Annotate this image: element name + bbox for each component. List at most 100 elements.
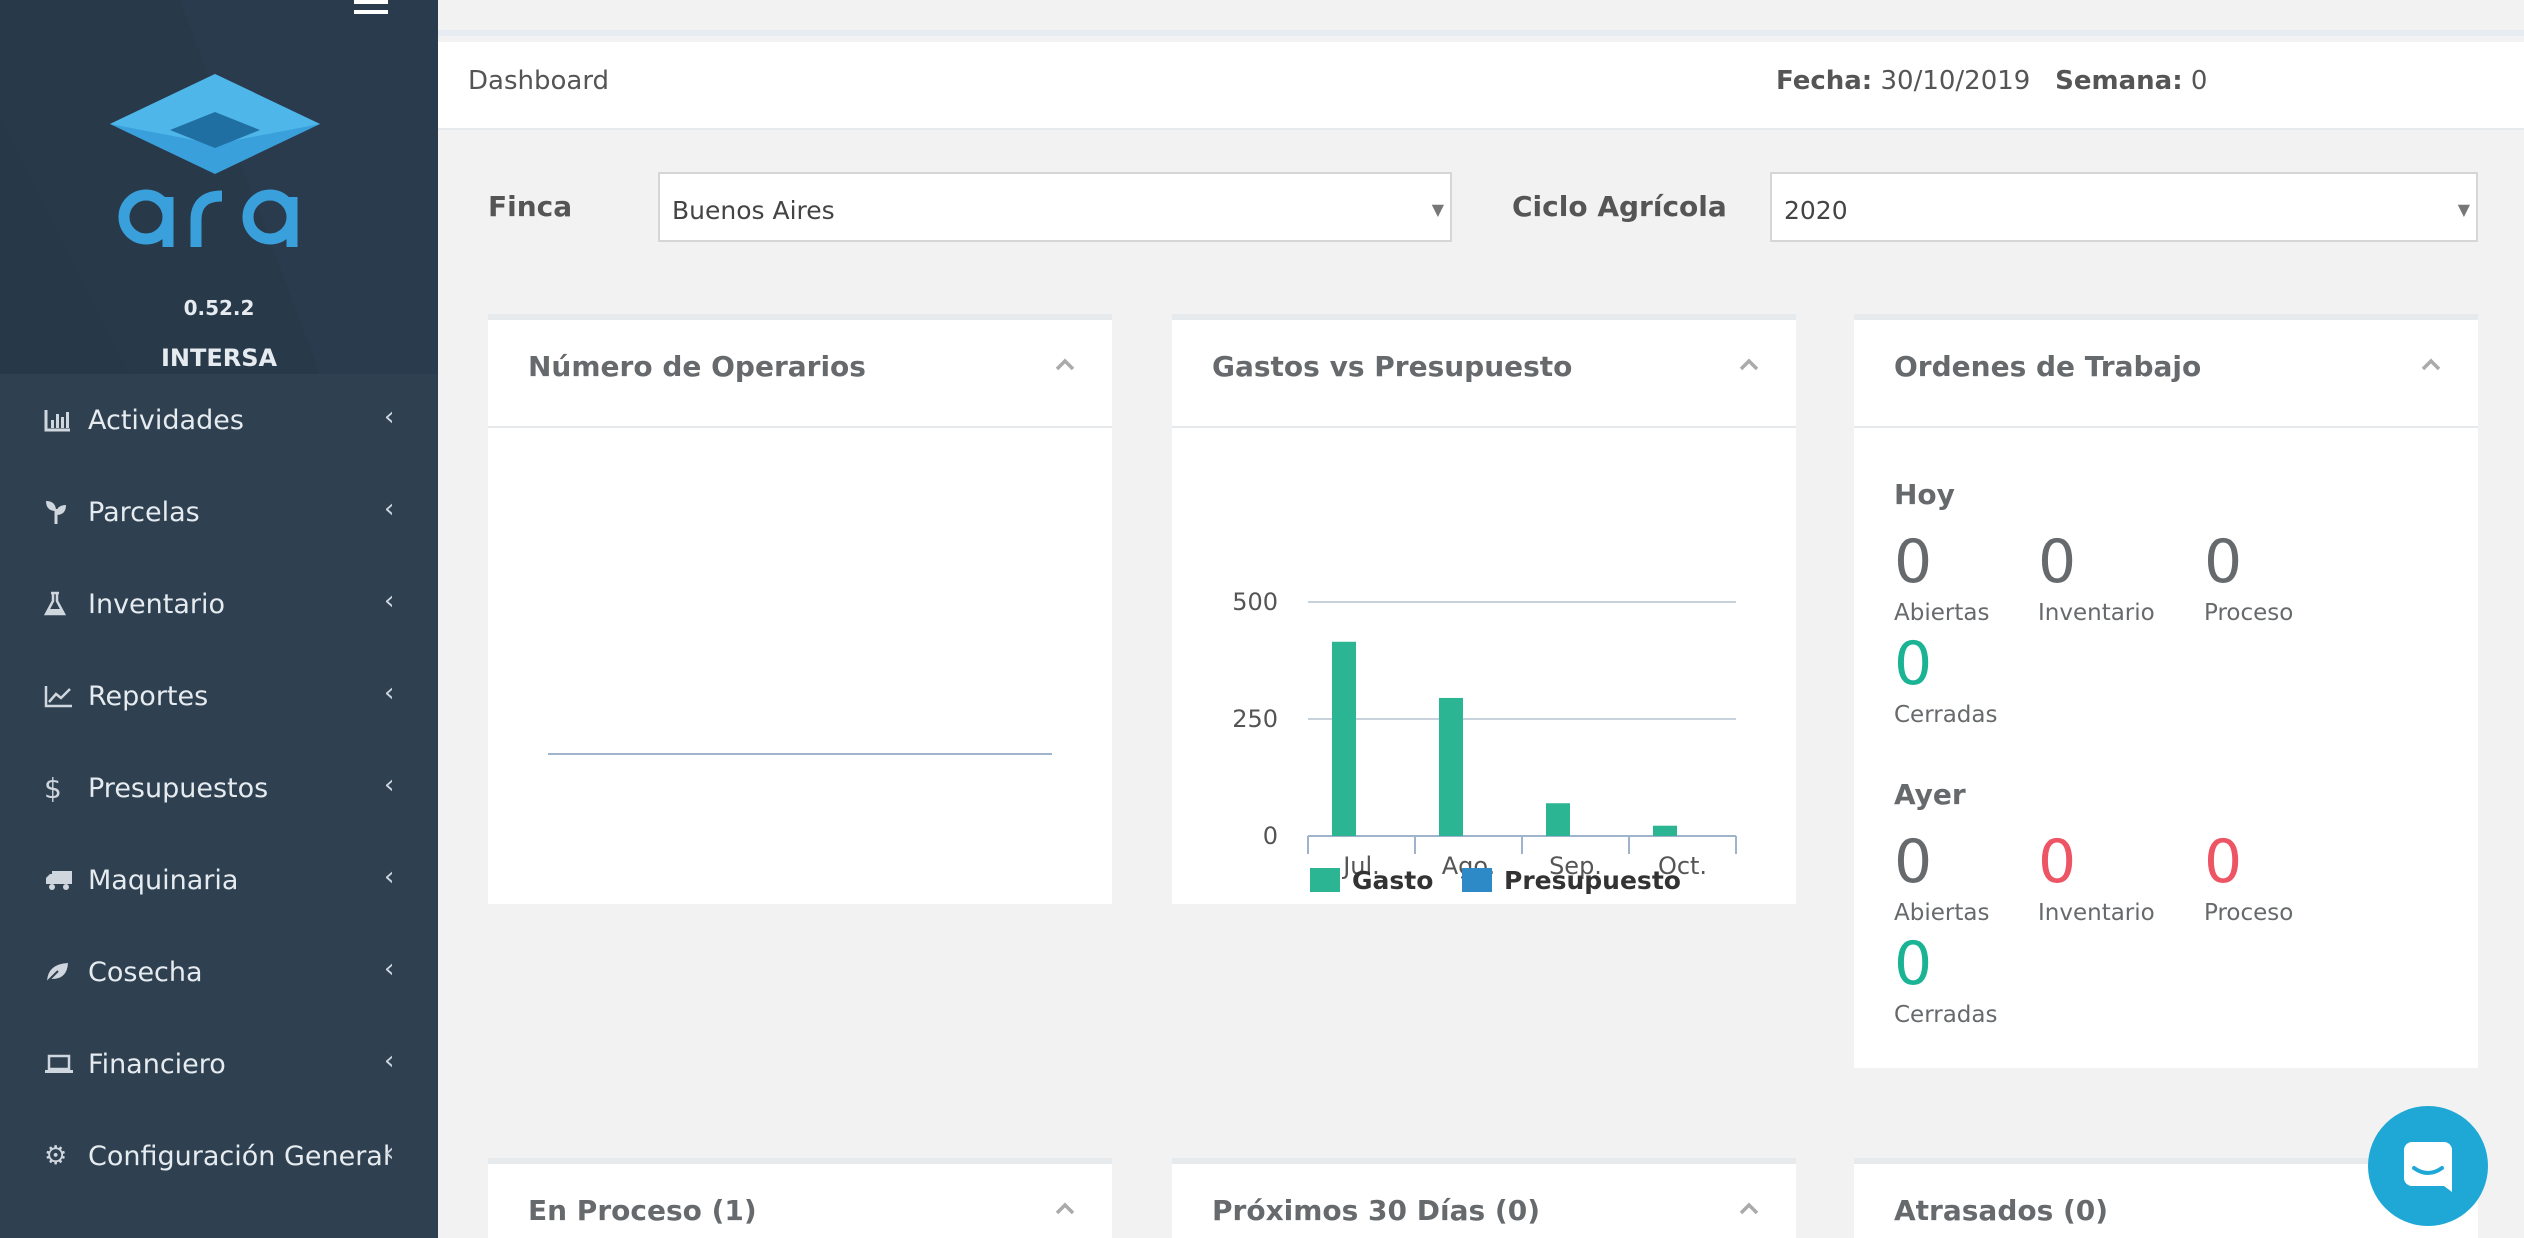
- sidebar-item-presupuestos[interactable]: $ Presupuestos ‹: [0, 742, 438, 834]
- sidebar-item-label: Actividades: [88, 404, 244, 436]
- ara-logo: [110, 74, 320, 247]
- dollar-icon: $: [44, 771, 62, 805]
- panel-title: Atrasados (0): [1894, 1194, 2109, 1227]
- chevron-up-icon[interactable]: [1054, 354, 1076, 376]
- chevron-left-icon: ‹: [384, 862, 395, 892]
- sidebar-item-inventario[interactable]: Inventario ‹: [0, 558, 438, 650]
- hoy-abiertas-count: 0: [1894, 527, 1933, 597]
- ciclo-label: Ciclo Agrícola: [1512, 190, 1727, 223]
- panel-header: En Proceso (1): [488, 1164, 1112, 1238]
- hoy-inventario-count: 0: [2038, 527, 2077, 597]
- menu-toggle-icon[interactable]: [354, 0, 388, 14]
- panel-header: Número de Operarios: [488, 320, 1112, 428]
- company-name: INTERSA: [160, 344, 278, 372]
- chevron-left-icon: ‹: [384, 402, 395, 432]
- sidebar-item-parcelas[interactable]: Parcelas ‹: [0, 466, 438, 558]
- sidebar-item-label: Configuración General: [88, 1140, 391, 1172]
- header-info: Fecha: 30/10/2019 Semana: 0: [1776, 66, 2207, 96]
- hoy-label: Hoy: [1894, 478, 1955, 511]
- panel-header: Ordenes de Trabajo: [1854, 320, 2478, 428]
- ayer-abiertas-label: Abiertas: [1894, 900, 1990, 926]
- ciclo-select-value: 2020: [1784, 196, 1848, 225]
- sidebar-item-cosecha[interactable]: Cosecha ‹: [0, 926, 438, 1018]
- leaf-icon: [44, 958, 80, 986]
- en-proceso-panel: En Proceso (1): [488, 1158, 1112, 1238]
- ayer-label: Ayer: [1894, 778, 1966, 811]
- chevron-left-icon: ‹: [384, 1046, 395, 1076]
- sidebar: 0.52.2 INTERSA Actividades ‹ Parcelas ‹ …: [0, 0, 438, 1238]
- app-version: 0.52.2: [183, 296, 255, 320]
- panel-title: En Proceso (1): [528, 1194, 757, 1227]
- y-tick-label: 250: [1232, 705, 1278, 733]
- panel-title: Ordenes de Trabajo: [1894, 350, 2202, 383]
- ordenes-panel: Ordenes de Trabajo Hoy 0 Abiertas 0 Inve…: [1854, 314, 2478, 1068]
- hoy-inventario-label: Inventario: [2038, 600, 2155, 626]
- ayer-proceso-label: Proceso: [2204, 900, 2294, 926]
- panel-header: Gastos vs Presupuesto: [1172, 320, 1796, 428]
- chat-button[interactable]: [2368, 1106, 2488, 1226]
- chevron-left-icon: ‹: [384, 770, 395, 800]
- chevron-left-icon: ‹: [384, 954, 395, 984]
- gastos-chart: 5002500Jul. Ago. Sep. Oct.Gasto Presupuesto: [1232, 588, 1737, 895]
- ayer-cerradas-label: Cerradas: [1894, 1002, 1998, 1028]
- hoy-cerradas-count: 0: [1894, 629, 1933, 699]
- bar-chart-icon: [44, 406, 80, 434]
- sidebar-item-label: Presupuestos: [88, 772, 269, 804]
- chevron-up-icon[interactable]: [1738, 1198, 1760, 1220]
- chevron-up-icon[interactable]: [1054, 1198, 1076, 1220]
- hoy-abiertas-label: Abiertas: [1894, 600, 1990, 626]
- legend-label: Presupuesto: [1504, 866, 1681, 895]
- bar-gasto: [1653, 825, 1677, 836]
- sidebar-nav: Actividades ‹ Parcelas ‹ Inventario ‹ Re…: [0, 374, 438, 1202]
- panel-title: Próximos 30 Días (0): [1212, 1194, 1540, 1227]
- ayer-inventario-count: 0: [2038, 827, 2077, 897]
- page-header: Dashboard Fecha: 30/10/2019 Semana: 0: [438, 42, 2524, 130]
- hoy-cerradas-label: Cerradas: [1894, 702, 1998, 728]
- chevron-left-icon: ‹: [384, 1138, 395, 1168]
- finca-label: Finca: [488, 190, 573, 223]
- chevron-left-icon: ‹: [384, 494, 395, 524]
- ayer-cerradas-count: 0: [1894, 929, 1933, 999]
- semana-label: Semana:: [2055, 66, 2183, 96]
- finca-select[interactable]: Buenos Aires ▼: [658, 172, 1452, 242]
- ayer-proceso-count: 0: [2204, 827, 2243, 897]
- y-tick-label: 0: [1263, 822, 1278, 850]
- sidebar-item-configuracion[interactable]: ⚙ Configuración General ‹: [0, 1110, 438, 1202]
- hoy-proceso-label: Proceso: [2204, 600, 2294, 626]
- semana-value: 0: [2190, 66, 2208, 96]
- y-tick-label: 500: [1232, 588, 1278, 616]
- operarios-panel: Número de Operarios: [488, 314, 1112, 904]
- chevron-left-icon: ‹: [384, 678, 395, 708]
- caret-down-icon: ▼: [2457, 200, 2470, 219]
- ayer-abiertas-count: 0: [1894, 827, 1933, 897]
- panel-header: Próximos 30 Días (0): [1172, 1164, 1796, 1238]
- ciclo-select[interactable]: 2020 ▼: [1770, 172, 2478, 242]
- operarios-chart: [548, 753, 1052, 755]
- finca-select-value: Buenos Aires: [672, 196, 835, 225]
- sidebar-item-reportes[interactable]: Reportes ‹: [0, 650, 438, 742]
- laptop-icon: [44, 1050, 80, 1078]
- seedling-icon: [44, 498, 80, 526]
- hoy-proceso-count: 0: [2204, 527, 2243, 597]
- bar-gasto: [1332, 641, 1356, 836]
- sidebar-item-label: Cosecha: [88, 956, 203, 988]
- sidebar-item-financiero[interactable]: Financiero ‹: [0, 1018, 438, 1110]
- sidebar-item-maquinaria[interactable]: Maquinaria ‹: [0, 834, 438, 926]
- legend-label: Gasto: [1352, 866, 1433, 895]
- chevron-up-icon[interactable]: [1738, 354, 1760, 376]
- chevron-up-icon[interactable]: [2420, 354, 2442, 376]
- sidebar-header: 0.52.2 INTERSA: [0, 0, 438, 374]
- sidebar-item-label: Parcelas: [88, 496, 200, 528]
- sidebar-item-label: Inventario: [88, 588, 226, 620]
- panel-title: Gastos vs Presupuesto: [1212, 350, 1573, 383]
- bar-gasto: [1439, 697, 1463, 836]
- sidebar-item-label: Financiero: [88, 1048, 226, 1080]
- line-chart-icon: [44, 682, 80, 710]
- fecha-label: Fecha:: [1776, 66, 1873, 96]
- sidebar-item-label: Maquinaria: [88, 864, 239, 896]
- sidebar-item-label: Reportes: [88, 680, 209, 712]
- sidebar-item-actividades[interactable]: Actividades ‹: [0, 374, 438, 466]
- fecha-value: 30/10/2019: [1880, 66, 2031, 96]
- gear-icon: ⚙: [44, 1141, 68, 1171]
- legend-swatch: [1462, 868, 1492, 892]
